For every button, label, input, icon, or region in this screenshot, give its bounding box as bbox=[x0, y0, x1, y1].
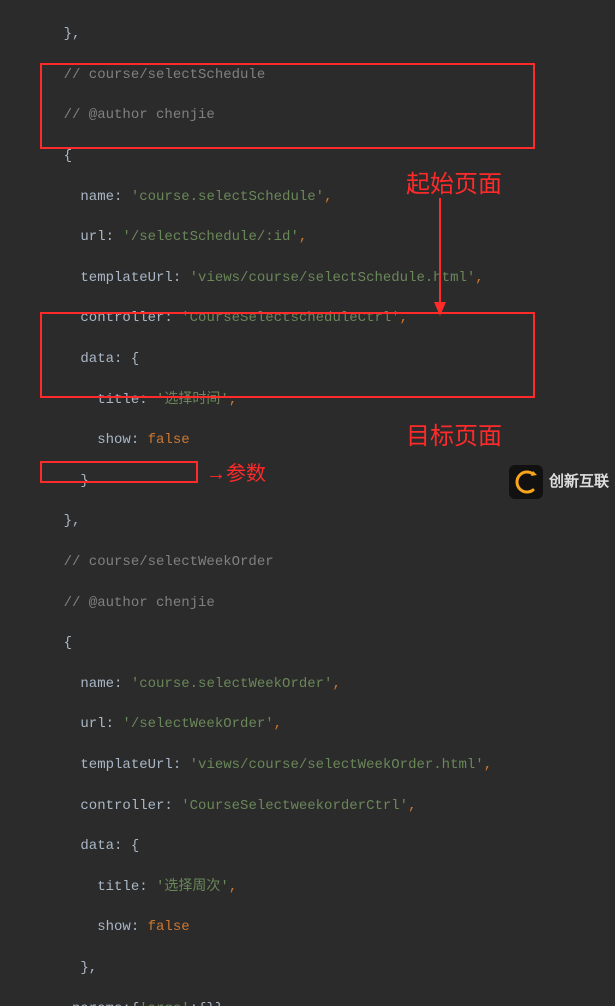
code-line: { bbox=[30, 146, 615, 166]
code-line: }, bbox=[30, 511, 615, 531]
code-line: // @author chenjie bbox=[30, 593, 615, 613]
code-line: }, bbox=[30, 958, 615, 978]
code-line: templateUrl: 'views/course/selectSchedul… bbox=[30, 268, 615, 288]
code-line: title: '选择时间', bbox=[30, 390, 615, 410]
code-line: data: { bbox=[30, 836, 615, 856]
code-line: // @author chenjie bbox=[30, 105, 615, 125]
code-editor[interactable]: }, // course/selectSchedule // @author c… bbox=[0, 0, 615, 1006]
code-line: name: 'course.selectWeekOrder', bbox=[30, 674, 615, 694]
code-line: } bbox=[30, 471, 615, 491]
code-line: show: false bbox=[30, 430, 615, 450]
code-line: // course/selectSchedule bbox=[30, 65, 615, 85]
code-line: name: 'course.selectSchedule', bbox=[30, 187, 615, 207]
code-line: params:{'args':{}} bbox=[30, 999, 615, 1006]
code-line: controller: 'CourseSelectscheduleCtrl', bbox=[30, 308, 615, 328]
code-line: templateUrl: 'views/course/selectWeekOrd… bbox=[30, 755, 615, 775]
code-line: show: false bbox=[30, 917, 615, 937]
code-line: { bbox=[30, 633, 615, 653]
code-line: title: '选择周次', bbox=[30, 877, 615, 897]
code-line: controller: 'CourseSelectweekorderCtrl', bbox=[30, 796, 615, 816]
code-line: url: '/selectSchedule/:id', bbox=[30, 227, 615, 247]
code-line: }, bbox=[30, 24, 615, 44]
code-line: data: { bbox=[30, 349, 615, 369]
code-line: url: '/selectWeekOrder', bbox=[30, 714, 615, 734]
code-line: // course/selectWeekOrder bbox=[30, 552, 615, 572]
